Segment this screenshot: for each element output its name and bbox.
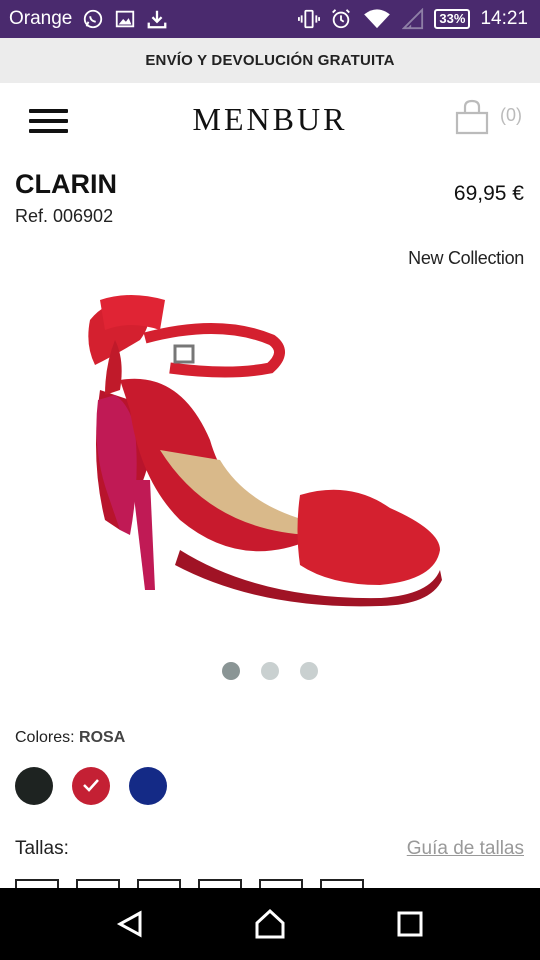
carousel-dot-3[interactable] — [300, 662, 318, 680]
wifi-icon — [364, 9, 391, 29]
alarm-icon — [332, 9, 351, 29]
product-reference: Ref. 006902 — [15, 206, 114, 226]
collection-badge: New Collection — [408, 248, 524, 268]
carousel-dot-1[interactable] — [222, 662, 240, 680]
product-name: CLARIN — [15, 169, 117, 199]
promo-banner: ENVÍO Y DEVOLUCIÓN GRATUITA — [0, 38, 540, 83]
battery-level: 33% — [439, 11, 466, 26]
clock: 14:21 — [480, 8, 528, 29]
product-price: 69,95 € — [453, 182, 524, 205]
signal-icon — [402, 8, 424, 30]
back-icon[interactable] — [110, 904, 150, 944]
image-carousel-dots — [0, 662, 540, 680]
recents-icon[interactable] — [390, 904, 430, 944]
whatsapp-icon — [84, 9, 103, 29]
color-swatches — [15, 767, 167, 805]
colors-label: Colores: — [15, 729, 75, 746]
status-bar: Orange 33% 14:21 — [0, 0, 540, 38]
site-header: MENBUR (0) — [0, 83, 540, 155]
sizes-label: Tallas: — [15, 838, 69, 859]
color-swatch-rosa[interactable] — [72, 767, 110, 805]
checkmark-icon — [83, 779, 99, 792]
carousel-dot-2[interactable] — [261, 662, 279, 680]
battery-icon: 33% — [434, 9, 471, 29]
download-icon — [147, 10, 167, 29]
color-swatch-black[interactable] — [15, 767, 53, 805]
home-icon[interactable] — [250, 904, 290, 944]
navigation-bar — [0, 888, 540, 960]
vibrate-icon — [298, 9, 321, 29]
color-swatch-blue[interactable] — [129, 767, 167, 805]
carrier-name: Orange — [9, 8, 73, 29]
image-icon — [116, 10, 135, 28]
colors-label-row: Colores: ROSA — [15, 729, 125, 747]
shopping-bag-icon[interactable] — [454, 99, 490, 135]
selected-color-name: ROSA — [79, 729, 126, 746]
product-image[interactable] — [60, 280, 460, 620]
cart-count[interactable]: (0) — [500, 105, 522, 126]
size-guide-link[interactable]: Guía de tallas — [407, 838, 524, 860]
